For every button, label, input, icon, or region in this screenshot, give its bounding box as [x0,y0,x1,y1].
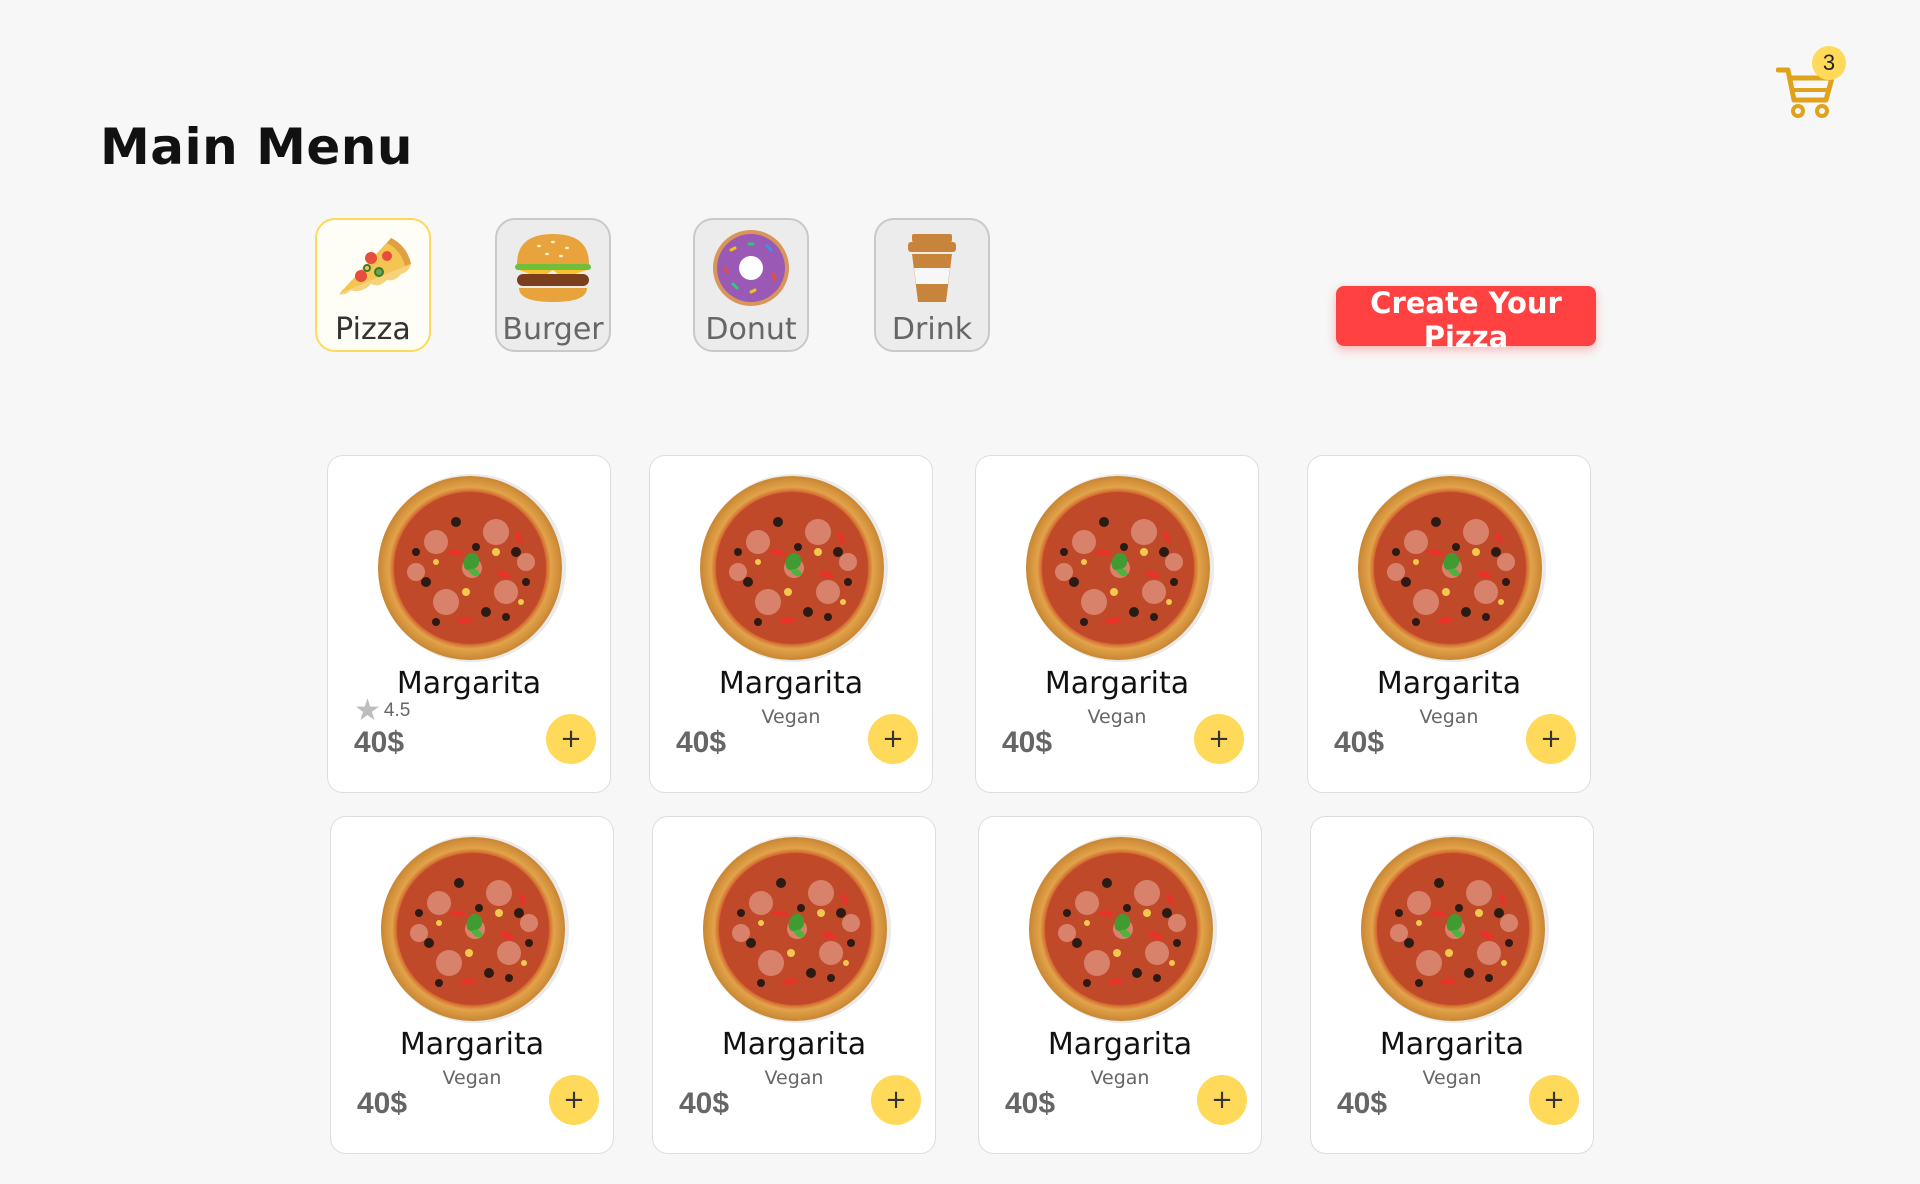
product-card[interactable]: Margarita Vegan 40$ + [975,455,1259,793]
add-to-cart-button[interactable]: + [549,1075,599,1125]
product-price: 40$ [357,1087,408,1120]
add-to-cart-button[interactable]: + [1194,714,1244,764]
product-card[interactable]: Margarita Vegan 40$ + [649,455,933,793]
pizza-image [1026,474,1214,662]
pizza-image [1029,835,1217,1023]
tab-pizza[interactable]: Pizza [315,218,431,352]
product-price: 40$ [1005,1087,1056,1120]
add-to-cart-button[interactable]: + [871,1075,921,1125]
add-to-cart-button[interactable]: + [1529,1075,1579,1125]
tab-drink[interactable]: Drink [874,218,990,352]
product-card[interactable]: Margarita Vegan 40$ + [1307,455,1591,793]
product-name: Margarita [721,1027,867,1062]
create-your-pizza-button[interactable]: Create Your Pizza [1336,286,1596,354]
product-name: Margarita [1044,666,1190,701]
product-card[interactable]: Margarita Vegan 40$ + [1310,816,1594,1154]
star-icon: ★ [354,694,381,727]
product-card[interactable]: Margarita ★ 4.5 40$ + [327,455,611,793]
product-price: 40$ [354,726,405,759]
burger-icon [515,234,591,302]
rating-value: 4.5 [383,700,411,721]
tab-donut[interactable]: Donut [693,218,809,352]
product-price: 40$ [1002,726,1053,759]
tab-label: Donut [705,312,797,347]
add-to-cart-button[interactable]: + [546,714,596,764]
tab-label: Pizza [335,312,411,347]
donut-icon [713,230,789,306]
product-name: Margarita [399,1027,545,1062]
product-name: Margarita [1047,1027,1193,1062]
tab-label: Burger [502,312,604,347]
cart-count-badge: 3 [1812,46,1846,80]
cart-button[interactable]: 3 [1772,44,1846,120]
product-card[interactable]: Margarita Vegan 40$ + [978,816,1262,1154]
pizza-image [378,474,566,662]
product-price: 40$ [1337,1087,1388,1120]
product-name: Margarita [1376,666,1522,701]
product-price: 40$ [1334,726,1385,759]
product-price: 40$ [676,726,727,759]
drink-icon [908,234,956,302]
product-name: Margarita [718,666,864,701]
pizza-image [1361,835,1549,1023]
pizza-image [1358,474,1546,662]
add-to-cart-button[interactable]: + [868,714,918,764]
page-title: Main Menu [100,118,413,176]
product-card[interactable]: Margarita Vegan 40$ + [330,816,614,1154]
pizza-image [700,474,888,662]
pizza-icon [339,238,411,295]
product-price: 40$ [679,1087,730,1120]
product-name: Margarita [1379,1027,1525,1062]
pizza-image [703,835,891,1023]
tab-burger[interactable]: Burger [495,218,611,352]
main-menu-page: Main Menu 3 Pizza Burger Donut Drink Cre… [0,0,1920,1184]
add-to-cart-button[interactable]: + [1197,1075,1247,1125]
product-card[interactable]: Margarita Vegan 40$ + [652,816,936,1154]
product-rating: ★ 4.5 [354,696,410,726]
tab-label: Drink [891,312,973,347]
pizza-image [381,835,569,1023]
add-to-cart-button[interactable]: + [1526,714,1576,764]
